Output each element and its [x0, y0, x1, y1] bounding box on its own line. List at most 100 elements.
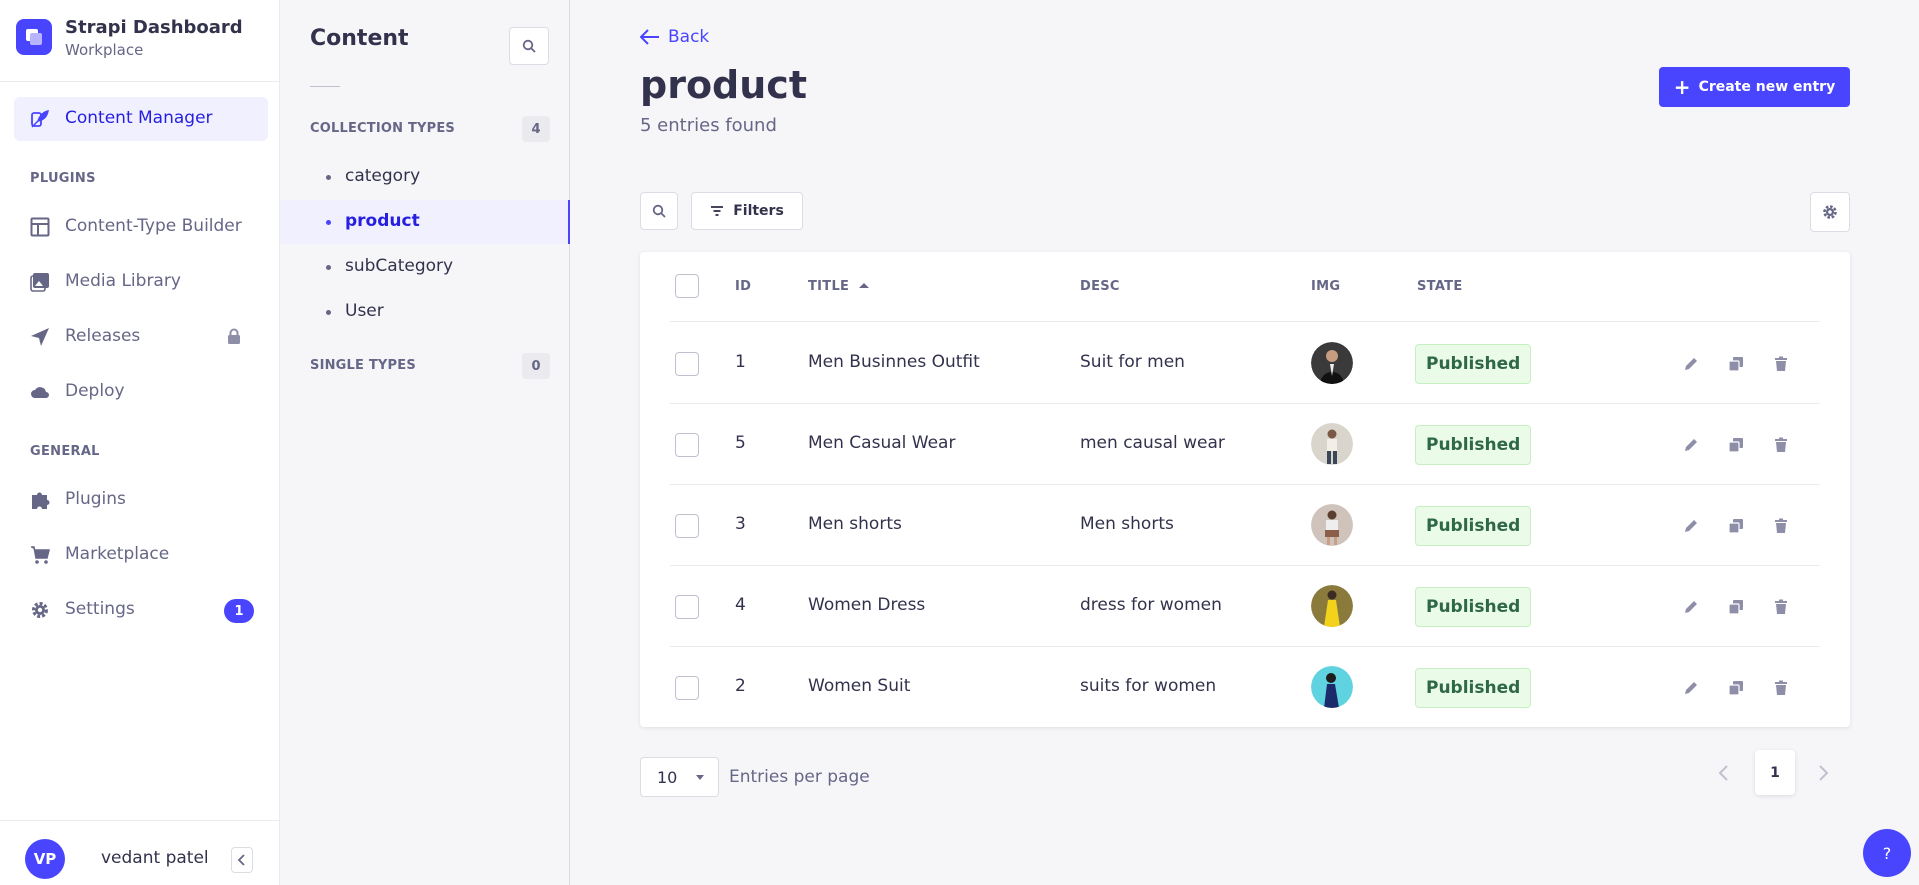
search-icon [522, 39, 536, 53]
puzzle-icon [30, 490, 50, 510]
edit-icon[interactable] [1680, 596, 1702, 618]
product-thumbnail [1311, 585, 1353, 627]
duplicate-icon[interactable] [1725, 677, 1747, 699]
duplicate-icon[interactable] [1725, 353, 1747, 375]
filters-button[interactable]: Filters [691, 192, 803, 230]
subnav-item-label: subCategory [345, 256, 454, 276]
row-checkbox[interactable] [675, 676, 699, 700]
nav-content-type-builder[interactable]: Content-Type Builder [14, 205, 268, 249]
nav-plugins-label: Plugins [65, 489, 126, 509]
create-new-entry-button[interactable]: + Create new entry [1659, 67, 1850, 107]
trash-icon[interactable] [1770, 353, 1792, 375]
table-row[interactable]: 4 Women Dress dress for women Published [670, 566, 1820, 647]
cell-desc: Suit for men [1080, 352, 1185, 372]
divider [310, 86, 340, 87]
table-row[interactable]: 2 Women Suit suits for women Published [670, 647, 1820, 728]
edit-icon[interactable] [1680, 515, 1702, 537]
column-header-img[interactable]: IMG [1311, 279, 1340, 294]
main-nav: Strapi Dashboard Workplace Content Manag… [0, 0, 280, 885]
product-thumbnail [1311, 342, 1353, 384]
layout-icon [30, 217, 50, 237]
gear-icon [1823, 205, 1837, 219]
row-checkbox[interactable] [675, 352, 699, 376]
create-new-entry-label: Create new entry [1698, 79, 1836, 95]
cell-title: Men Casual Wear [808, 433, 956, 453]
duplicate-icon[interactable] [1725, 515, 1747, 537]
nav-media-library[interactable]: Media Library [14, 260, 268, 304]
column-header-title[interactable]: TITLE [808, 279, 870, 294]
row-checkbox[interactable] [675, 514, 699, 538]
pagination-page-1[interactable]: 1 [1755, 750, 1795, 795]
edit-icon[interactable] [1680, 353, 1702, 375]
chevron-down-icon [696, 775, 704, 780]
subnav-item-category[interactable]: category [280, 155, 570, 199]
entries-count: 5 entries found [640, 115, 777, 136]
status-badge: Published [1415, 344, 1532, 384]
page-title: product [640, 63, 807, 107]
cell-id: 4 [735, 595, 746, 615]
single-types-header[interactable]: SINGLE TYPES 0 [310, 353, 550, 379]
view-settings-button[interactable] [1810, 192, 1850, 232]
table-row[interactable]: 3 Men shorts Men shorts Published [670, 485, 1820, 566]
single-types-title: SINGLE TYPES [310, 358, 416, 373]
product-thumbnail [1311, 423, 1353, 465]
user-profile[interactable]: VP vedant patel [0, 820, 279, 885]
subnav-item-subcategory[interactable]: subCategory [280, 245, 570, 289]
cell-title: Men Businnes Outfit [808, 352, 980, 372]
bullet-icon [326, 265, 331, 270]
nav-marketplace-label: Marketplace [65, 544, 170, 564]
chevron-left-icon [237, 854, 245, 866]
nav-settings[interactable]: Settings 1 [14, 588, 268, 632]
nav-section-general: GENERAL [30, 444, 100, 459]
cell-desc: dress for women [1080, 595, 1222, 615]
help-button[interactable]: ? [1863, 829, 1911, 877]
trash-icon[interactable] [1770, 677, 1792, 699]
chevron-left-icon [1718, 765, 1728, 781]
nav-content-manager[interactable]: Content Manager [14, 97, 268, 141]
row-checkbox[interactable] [675, 595, 699, 619]
subnav-item-product[interactable]: product [280, 200, 570, 244]
nav-marketplace[interactable]: Marketplace [14, 533, 268, 577]
plus-icon: + [1673, 75, 1691, 99]
duplicate-icon[interactable] [1725, 596, 1747, 618]
row-checkbox[interactable] [675, 433, 699, 457]
nav-plugins[interactable]: Plugins [14, 478, 268, 522]
collapse-nav-button[interactable] [231, 847, 253, 873]
collection-types-count: 4 [522, 116, 550, 142]
edit-icon[interactable] [1680, 434, 1702, 456]
subnav-search-button[interactable] [509, 27, 549, 65]
column-header-state[interactable]: STATE [1417, 279, 1463, 294]
feather-pen-icon [30, 109, 50, 129]
single-types-count: 0 [522, 353, 550, 379]
cell-desc: Men shorts [1080, 514, 1174, 534]
back-link[interactable]: Back [640, 27, 709, 47]
page-size-select[interactable]: 10 [640, 757, 719, 797]
collection-types-header[interactable]: COLLECTION TYPES 4 [310, 116, 550, 142]
column-header-id[interactable]: ID [735, 279, 751, 294]
nav-deploy-label: Deploy [65, 381, 125, 401]
status-badge: Published [1415, 425, 1532, 465]
table-row[interactable]: 1 Men Businnes Outfit Suit for men Publi… [670, 323, 1820, 404]
table-row[interactable]: 5 Men Casual Wear men causal wear Publis… [670, 404, 1820, 485]
gear-icon [30, 600, 50, 620]
trash-icon[interactable] [1770, 515, 1792, 537]
trash-icon[interactable] [1770, 596, 1792, 618]
subnav-item-user[interactable]: User [280, 290, 570, 334]
nav-releases[interactable]: Releases [14, 315, 268, 359]
edit-icon[interactable] [1680, 677, 1702, 699]
nav-deploy[interactable]: Deploy [14, 370, 268, 414]
settings-notification-badge: 1 [224, 599, 254, 623]
profile-name[interactable]: vedant patel [101, 848, 209, 868]
select-all-checkbox[interactable] [675, 274, 699, 298]
cell-title: Men shorts [808, 514, 902, 534]
subnav-item-label: category [345, 166, 421, 186]
pagination-next-button[interactable] [1813, 763, 1833, 783]
product-thumbnail [1311, 504, 1353, 546]
table-search-button[interactable] [640, 192, 678, 230]
pagination-prev-button[interactable] [1714, 763, 1734, 783]
column-header-desc[interactable]: DESC [1080, 279, 1120, 294]
avatar[interactable]: VP [25, 839, 65, 879]
cloud-icon [30, 382, 50, 402]
trash-icon[interactable] [1770, 434, 1792, 456]
duplicate-icon[interactable] [1725, 434, 1747, 456]
